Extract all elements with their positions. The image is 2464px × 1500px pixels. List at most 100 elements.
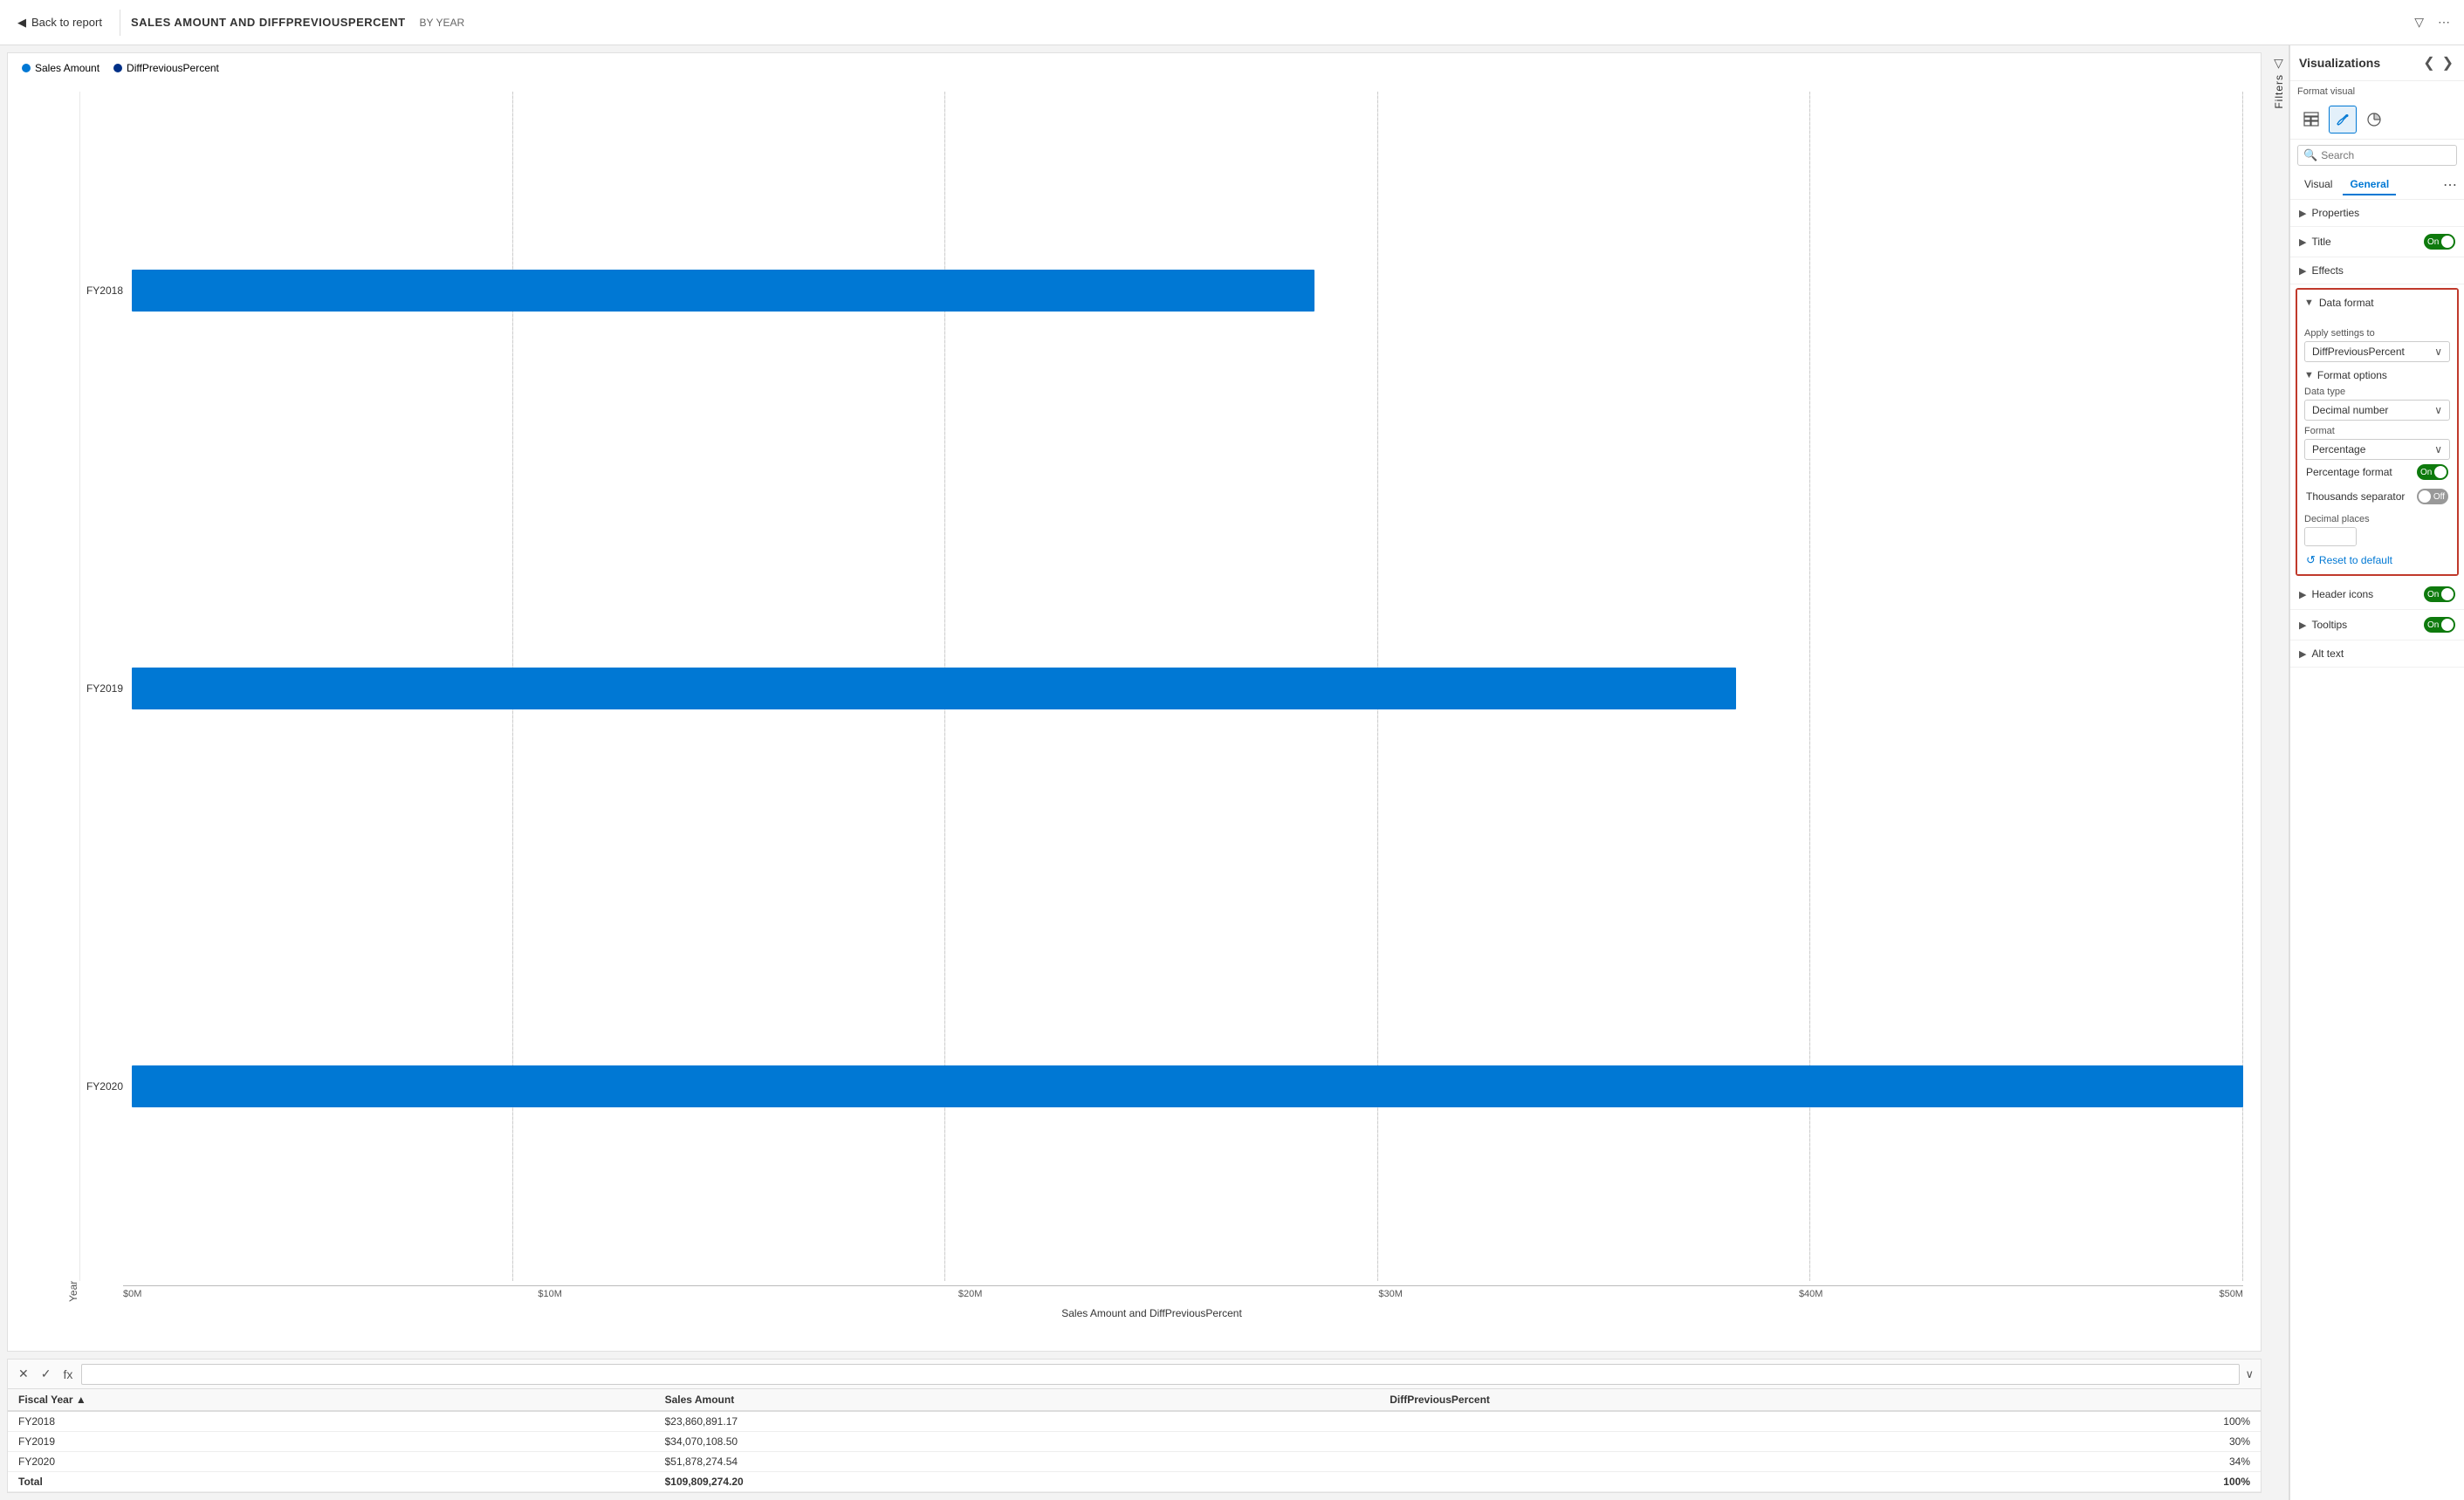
format-visual-label: Format visual xyxy=(2290,81,2464,100)
data-format-header[interactable]: ▼ Data format xyxy=(2297,290,2457,316)
content-area: Sales Amount DiffPreviousPercent Year xyxy=(0,45,2268,1500)
title-chevron-icon: ▶ xyxy=(2299,236,2306,248)
viz-analytics-icon-btn[interactable] xyxy=(2360,106,2388,134)
filters-label: Filters xyxy=(2273,74,2285,109)
legend-label-diff: DiffPreviousPercent xyxy=(127,62,219,74)
filters-sidebar[interactable]: ▽ Filters xyxy=(2268,45,2289,1500)
table-row: FY2018 $23,860,891.17 100% xyxy=(8,1411,2261,1432)
formula-fx-btn[interactable]: fx xyxy=(59,1366,76,1383)
section-header-icons[interactable]: ▶ Header icons On xyxy=(2290,579,2464,610)
cell-year-fy2020: FY2020 xyxy=(8,1452,655,1472)
col-diff-pct[interactable]: DiffPreviousPercent xyxy=(1379,1389,2261,1411)
table-area: ✕ ✓ fx ∨ Fiscal Year ▲ Sales Amount Diff… xyxy=(7,1359,2262,1493)
decimal-places-label: Decimal places xyxy=(2304,514,2450,524)
back-label: Back to report xyxy=(31,16,102,29)
alt-text-chevron-icon: ▶ xyxy=(2299,648,2306,660)
percentage-format-toggle[interactable]: On xyxy=(2417,464,2448,480)
decimal-places-value[interactable] xyxy=(2305,528,2357,545)
chart-subtitle: BY YEAR xyxy=(420,17,465,29)
bar-fill-fy2018 xyxy=(132,270,1314,312)
search-input[interactable] xyxy=(2321,149,2456,161)
reset-row[interactable]: ↺ Reset to default xyxy=(2304,546,2450,571)
properties-chevron-icon: ▶ xyxy=(2299,208,2306,219)
data-format-body: Apply settings to DiffPreviousPercent ∨ … xyxy=(2297,316,2457,574)
section-tooltips[interactable]: ▶ Tooltips On xyxy=(2290,610,2464,640)
bar-label-fy2019: FY2019 xyxy=(79,682,123,695)
viz-icon-group xyxy=(2297,106,2388,134)
col-fiscal-year[interactable]: Fiscal Year ▲ xyxy=(8,1389,655,1411)
chart-wrapper: Year FY2018 xyxy=(60,92,2243,1302)
tooltips-toggle[interactable]: On xyxy=(2424,617,2455,633)
formula-bar: ✕ ✓ fx ∨ xyxy=(8,1360,2261,1389)
data-format-chevron-icon: ▼ xyxy=(2304,298,2314,308)
bars-container: FY2018 FY2019 xyxy=(79,92,2243,1285)
search-box: 🔍 xyxy=(2297,145,2457,166)
cell-year-fy2018: FY2018 xyxy=(8,1411,655,1432)
viz-panel-header: Visualizations ❮ ❯ xyxy=(2290,45,2464,81)
formula-close-btn[interactable]: ✕ xyxy=(15,1365,32,1383)
col-sales-amount[interactable]: Sales Amount xyxy=(655,1389,1380,1411)
formula-check-btn[interactable]: ✓ xyxy=(38,1365,55,1383)
main-layout: Sales Amount DiffPreviousPercent Year xyxy=(0,45,2464,1500)
legend-item-sales: Sales Amount xyxy=(22,62,100,74)
viz-table-icon-btn[interactable] xyxy=(2297,106,2325,134)
formula-input[interactable] xyxy=(81,1364,2240,1385)
nav-left-btn[interactable]: ❮ xyxy=(2421,52,2436,73)
format-options-label: Format options xyxy=(2317,369,2387,381)
chart-container: Year FY2018 xyxy=(8,83,2261,1351)
filter-icon[interactable]: ▽ xyxy=(2411,11,2427,33)
apply-settings-dropdown[interactable]: DiffPreviousPercent ∨ xyxy=(2304,341,2450,362)
format-options-header[interactable]: ▼ Format options xyxy=(2304,369,2450,381)
percentage-format-label: Percentage format xyxy=(2306,466,2392,478)
legend-item-diff: DiffPreviousPercent xyxy=(113,62,219,74)
back-button[interactable]: ◀ Back to report xyxy=(10,12,109,33)
paintbrush-icon xyxy=(2335,112,2351,127)
title-toggle[interactable]: On xyxy=(2424,234,2455,250)
bar-row-fy2019: FY2019 xyxy=(79,658,2243,719)
sort-icon: ▲ xyxy=(76,1394,86,1406)
nav-right-btn[interactable]: ❯ xyxy=(2440,52,2455,73)
pct-toggle-knob xyxy=(2434,466,2447,478)
thousands-separator-label: Thousands separator xyxy=(2306,490,2405,503)
data-table: Fiscal Year ▲ Sales Amount DiffPreviousP… xyxy=(8,1389,2261,1492)
apply-settings-label: Apply settings to xyxy=(2304,328,2450,339)
bar-label-fy2018: FY2018 xyxy=(79,284,123,297)
more-icon[interactable]: ⋯ xyxy=(2434,11,2454,33)
tooltips-toggle-on-text: On xyxy=(2427,620,2439,630)
formula-dropdown-icon[interactable]: ∨ xyxy=(2245,1367,2254,1381)
top-bar: ◀ Back to report SALES AMOUNT AND DIFFPR… xyxy=(0,0,2464,45)
viz-icon-tabs xyxy=(2290,100,2464,140)
bar-track-fy2019 xyxy=(132,668,2243,709)
thou-toggle-off-text: Off xyxy=(2433,492,2445,502)
filters-funnel-icon: ▽ xyxy=(2274,56,2283,71)
bar-row-fy2020: FY2020 xyxy=(79,1056,2243,1117)
reset-icon: ↺ xyxy=(2306,553,2316,567)
section-properties[interactable]: ▶ Properties xyxy=(2290,200,2464,227)
data-format-section: ▼ Data format Apply settings to DiffPrev… xyxy=(2296,288,2459,576)
x-tick-4: $40M xyxy=(1799,1289,1823,1299)
cell-sales-fy2018: $23,860,891.17 xyxy=(655,1411,1380,1432)
format-field-label: Format xyxy=(2304,426,2450,436)
viz-paint-icon-btn[interactable] xyxy=(2329,106,2357,134)
decimal-places-input[interactable]: ▲ ▼ xyxy=(2304,527,2357,546)
viz-panel: Visualizations ❮ ❯ Format visual xyxy=(2289,45,2464,1500)
y-axis-label: Year xyxy=(60,92,79,1302)
section-alt-text[interactable]: ▶ Alt text xyxy=(2290,640,2464,668)
tab-more-icon[interactable]: ⋯ xyxy=(2443,176,2457,194)
format-dropdown[interactable]: Percentage ∨ xyxy=(2304,439,2450,460)
section-effects[interactable]: ▶ Effects xyxy=(2290,257,2464,284)
section-title[interactable]: ▶ Title On xyxy=(2290,227,2464,257)
alt-text-label: Alt text xyxy=(2311,647,2455,660)
tab-general[interactable]: General xyxy=(2343,175,2396,195)
thousands-separator-toggle[interactable]: Off xyxy=(2417,489,2448,504)
x-tick-2: $20M xyxy=(958,1289,983,1299)
legend-dot-diff xyxy=(113,64,122,72)
legend: Sales Amount DiffPreviousPercent xyxy=(8,53,2261,83)
analytics-icon xyxy=(2366,112,2382,127)
data-type-label: Data type xyxy=(2304,387,2450,397)
bar-row-fy2018: FY2018 xyxy=(79,260,2243,321)
tab-visual[interactable]: Visual xyxy=(2297,175,2339,195)
data-type-value: Decimal number xyxy=(2312,404,2388,416)
data-type-dropdown[interactable]: Decimal number ∨ xyxy=(2304,400,2450,421)
header-icons-toggle[interactable]: On xyxy=(2424,586,2455,602)
